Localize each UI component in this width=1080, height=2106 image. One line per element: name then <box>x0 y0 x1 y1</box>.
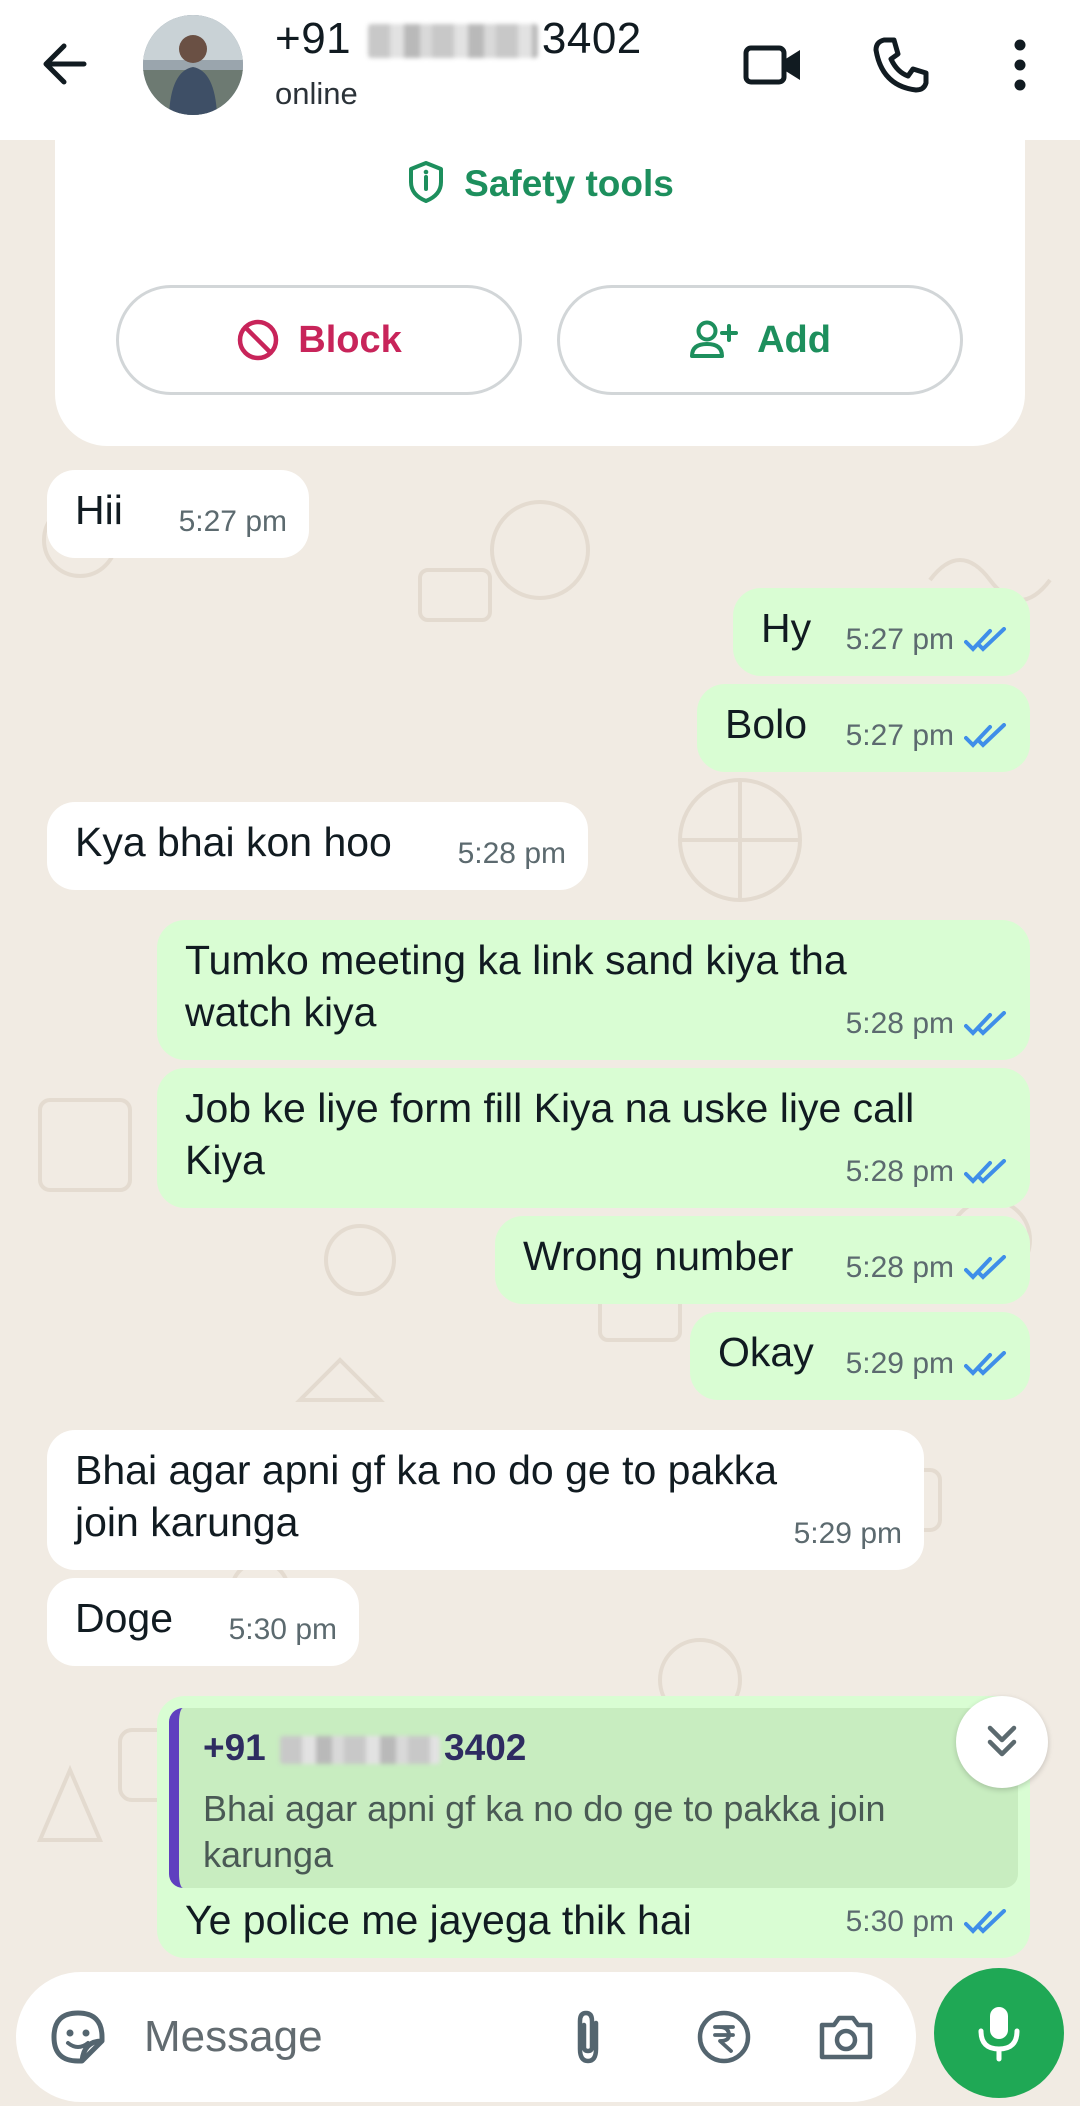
double-check-icon <box>964 723 1006 748</box>
video-camera-icon[interactable] <box>738 30 808 100</box>
double-check-icon <box>964 1909 1006 1934</box>
quoted-message[interactable]: +91 3402 Bhai agar apni gf ka no do ge t… <box>169 1708 1018 1888</box>
double-check-icon <box>964 627 1006 652</box>
phone-icon[interactable] <box>866 30 936 100</box>
microphone-icon <box>978 2007 1020 2062</box>
quoted-text: Bhai agar apni gf ka no do ge to pakka j… <box>203 1788 886 1875</box>
message-time: 5:29 pm <box>845 1347 954 1380</box>
scroll-to-bottom-button[interactable] <box>956 1696 1048 1788</box>
message-bubble-incoming[interactable]: Kya bhai kon hoo 5:28 pm <box>47 802 588 890</box>
redacted-number <box>280 1736 441 1765</box>
quoted-sender: +91 3402 <box>203 1727 527 1768</box>
message-bubble-incoming[interactable]: Bhai agar apni gf ka no do ge to pakka j… <box>47 1430 924 1570</box>
message-bubble-outgoing[interactable]: Okay 5:29 pm <box>690 1312 1030 1400</box>
safety-tools-link[interactable]: Safety tools <box>55 160 1025 205</box>
message-bubble-incoming[interactable]: Hii 5:27 pm <box>47 470 309 558</box>
message-bubble-outgoing[interactable]: Hy 5:27 pm <box>733 588 1030 676</box>
message-bubble-outgoing[interactable]: Wrong number 5:28 pm <box>495 1216 1030 1304</box>
add-contact-button[interactable]: Add <box>557 285 963 395</box>
message-time: 5:28 pm <box>845 1007 954 1040</box>
message-bubble-outgoing-reply[interactable]: +91 3402 Bhai agar apni gf ka no do ge t… <box>157 1696 1030 1958</box>
safety-card: Safety tools Block Add <box>55 140 1025 446</box>
presence-status: online <box>275 76 358 111</box>
rupee-icon[interactable] <box>694 2007 754 2067</box>
message-time: 5:28 pm <box>845 1251 954 1284</box>
message-time: 5:28 pm <box>457 837 566 870</box>
camera-icon[interactable] <box>816 2007 876 2067</box>
paperclip-icon[interactable] <box>558 2007 618 2067</box>
sticker-icon[interactable] <box>48 2007 108 2067</box>
message-bubble-outgoing[interactable]: Job ke liye form fill Kiya na uske liye … <box>157 1068 1030 1208</box>
double-check-icon <box>964 1351 1006 1376</box>
double-check-icon <box>964 1255 1006 1280</box>
message-bubble-incoming[interactable]: Doge 5:30 pm <box>47 1578 359 1666</box>
block-icon <box>238 319 279 361</box>
add-contact-icon <box>690 320 739 358</box>
shield-icon <box>409 161 444 203</box>
message-time: 5:30 pm <box>228 1613 337 1646</box>
more-vertical-icon[interactable] <box>985 30 1055 100</box>
contact-title[interactable]: +91 3402 <box>275 14 642 64</box>
double-check-icon <box>964 1159 1006 1184</box>
message-time: 5:27 pm <box>178 505 287 538</box>
message-time: 5:27 pm <box>845 719 954 752</box>
message-time: 5:27 pm <box>845 623 954 656</box>
double-chevron-down-icon <box>987 1725 1017 1757</box>
message-time: 5:28 pm <box>845 1155 954 1188</box>
chat-area[interactable]: Safety tools Block Add Hii 5:27 pm Hy 5:… <box>0 140 1080 1960</box>
message-time: 5:30 pm <box>845 1905 954 1938</box>
redacted-number <box>367 24 538 59</box>
voice-message-button[interactable] <box>934 1968 1064 2098</box>
arrow-left-icon[interactable] <box>36 34 96 94</box>
double-check-icon <box>964 1011 1006 1036</box>
message-input[interactable]: Message <box>144 2012 323 2062</box>
block-button[interactable]: Block <box>116 285 522 395</box>
message-bubble-outgoing[interactable]: Tumko meeting ka link sand kiya tha watc… <box>157 920 1030 1060</box>
message-composer[interactable]: Message <box>16 1972 916 2102</box>
avatar[interactable] <box>143 15 243 115</box>
chat-header: +91 3402 online <box>0 0 1080 140</box>
message-bubble-outgoing[interactable]: Bolo 5:27 pm <box>697 684 1030 772</box>
message-time: 5:29 pm <box>793 1517 902 1550</box>
